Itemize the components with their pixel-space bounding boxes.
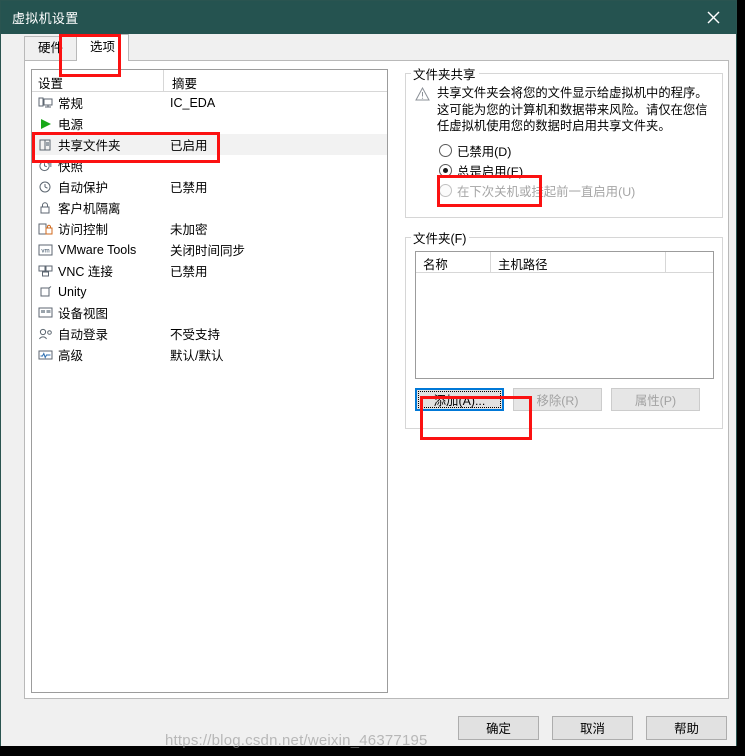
help-button[interactable]: 帮助 [646,716,727,740]
column-header-setting: 设置 [32,70,164,91]
options-content: 文件夹共享 共享文件夹会将您的文件显示给虚拟机中的程序。这可能为您的计算机和数据… [405,64,723,429]
settings-row-label: 快照 [58,160,84,174]
settings-row-label: 高级 [58,349,84,363]
close-icon[interactable] [691,1,736,34]
folders-column-name: 名称 [416,252,491,272]
radio-button[interactable] [439,144,452,157]
radio-button[interactable] [439,164,452,177]
settings-row-label: 设备视图 [58,307,109,321]
monitor-icon [37,95,54,110]
settings-list[interactable]: 设置 摘要 常规 IC_EDA 电源 共享文件夹 已启用 快照 自动保护 已禁用 客户机隔离 访问… [31,69,388,693]
sharing-warning-text: 共享文件夹会将您的文件显示给虚拟机中的程序。这可能为您的计算机和数据带来风险。请… [437,86,708,133]
settings-row[interactable]: 电源 [32,113,387,134]
folders-table-header: 名称 主机路径 [416,252,713,273]
radio-option-0[interactable]: 已禁用(D) [439,141,714,161]
focus-outline [418,391,501,408]
button-label: 属性(P) [634,393,677,408]
window-title: 虚拟机设置 [12,11,79,26]
settings-row-summary: 默认/默认 [170,349,224,363]
settings-row-summary: IC_EDA [170,95,216,110]
tab-options[interactable]: 选项 [76,34,130,61]
device-view-icon [37,305,54,320]
settings-row-label: VNC 连接 [58,265,113,279]
settings-row[interactable]: 高级 默认/默认 [32,344,387,365]
folder-sharing-legend: 文件夹共享 [413,68,476,82]
radio-button [439,184,452,197]
settings-row[interactable]: vm VMware Tools 关闭时间同步 [32,239,387,260]
settings-row-label: VMware Tools [58,242,137,257]
settings-row-summary: 未加密 [170,223,208,237]
settings-row[interactable]: 自动保护 已禁用 [32,176,387,197]
warning-triangle-icon [415,85,435,104]
access-control-icon [37,221,54,236]
settings-row-summary: 已启用 [170,139,208,153]
settings-row[interactable]: 客户机隔离 [32,197,387,218]
autologin-icon [37,326,54,341]
settings-row[interactable]: 设备视图 [32,302,387,323]
settings-row[interactable]: 自动登录 不受支持 [32,323,387,344]
folders-column-extra [666,252,713,272]
column-header-summary: 摘要 [172,77,198,91]
shared-folder-icon [37,137,54,152]
advanced-icon [37,347,54,362]
vmware-tools-icon: vm [37,242,54,257]
tab-hardware[interactable]: 硬件 [24,36,78,61]
sharing-warning: 共享文件夹会将您的文件显示给虚拟机中的程序。这可能为您的计算机和数据带来风险。请… [415,85,714,135]
svg-text:vm: vm [41,247,49,254]
folder-properties-button: 属性(P) [611,388,700,411]
folders-table[interactable]: 名称 主机路径 [415,251,714,379]
radio-option-1[interactable]: 总是启用(E) [439,161,714,181]
power-play-icon [37,116,54,131]
folders-column-host-path: 主机路径 [491,252,666,272]
settings-row-summary: 已禁用 [170,265,208,279]
settings-row-label: 自动登录 [58,328,109,342]
settings-row-label: 客户机隔离 [58,202,121,216]
vnc-icon [37,263,54,278]
settings-row[interactable]: 快照 [32,155,387,176]
tab-strip: 硬件 选项 [1,34,736,61]
radio-option-2: 在下次关机或挂起前一直启用(U) [439,181,714,201]
snapshot-clock-icon [37,158,54,173]
settings-row[interactable]: VNC 连接 已禁用 [32,260,387,281]
settings-row[interactable]: 共享文件夹 已启用 [32,134,387,155]
settings-row-label: 常规 [58,97,84,111]
settings-row-summary: 关闭时间同步 [170,244,246,258]
folders-legend: 文件夹(F) [413,232,467,246]
lock-icon [37,200,54,215]
cancel-button[interactable]: 取消 [552,716,633,740]
unity-icon [37,284,54,299]
watermark: https://blog.csdn.net/weixin_46377195 [165,732,428,749]
settings-row-label: 访问控制 [58,223,109,237]
settings-row-label: 共享文件夹 [58,139,121,153]
remove-folder-button: 移除(R) [513,388,602,411]
vm-settings-window: 虚拟机设置 硬件 选项 设置 摘要 常规 IC_EDA 电源共享文件夹 已启用快照自动保… [0,0,737,749]
ok-button[interactable]: 确定 [458,716,539,740]
radio-label: 已禁用(D) [457,144,512,159]
radio-label: 在下次关机或挂起前一直启用(U) [457,184,636,199]
settings-row-summary: 已禁用 [170,181,208,195]
settings-row[interactable]: 常规 IC_EDA [32,92,387,113]
settings-row[interactable]: 访问控制 未加密 [32,218,387,239]
autoprotect-icon [37,179,54,194]
settings-row[interactable]: Unity [32,281,387,302]
options-panel: 设置 摘要 常规 IC_EDA 电源 共享文件夹 已启用 快照 自动保护 已禁用 客户机隔离 访问… [24,60,729,699]
add-folder-button[interactable]: 添加(A)... [415,388,504,411]
folder-sharing-group: 文件夹共享 共享文件夹会将您的文件显示给虚拟机中的程序。这可能为您的计算机和数据… [405,64,723,218]
settings-list-header: 设置 摘要 [32,70,387,92]
settings-row-summary: 不受支持 [170,328,221,342]
radio-label: 总是启用(E) [457,164,524,179]
button-label: 移除(R) [536,393,579,408]
settings-row-label: 自动保护 [58,181,109,195]
settings-row-label: Unity [58,284,87,299]
folders-group: 文件夹(F) 名称 主机路径 添加(A)... 移除(R) 属性(P) [405,228,723,429]
settings-row-label: 电源 [58,118,84,132]
title-bar: 虚拟机设置 [1,1,736,34]
